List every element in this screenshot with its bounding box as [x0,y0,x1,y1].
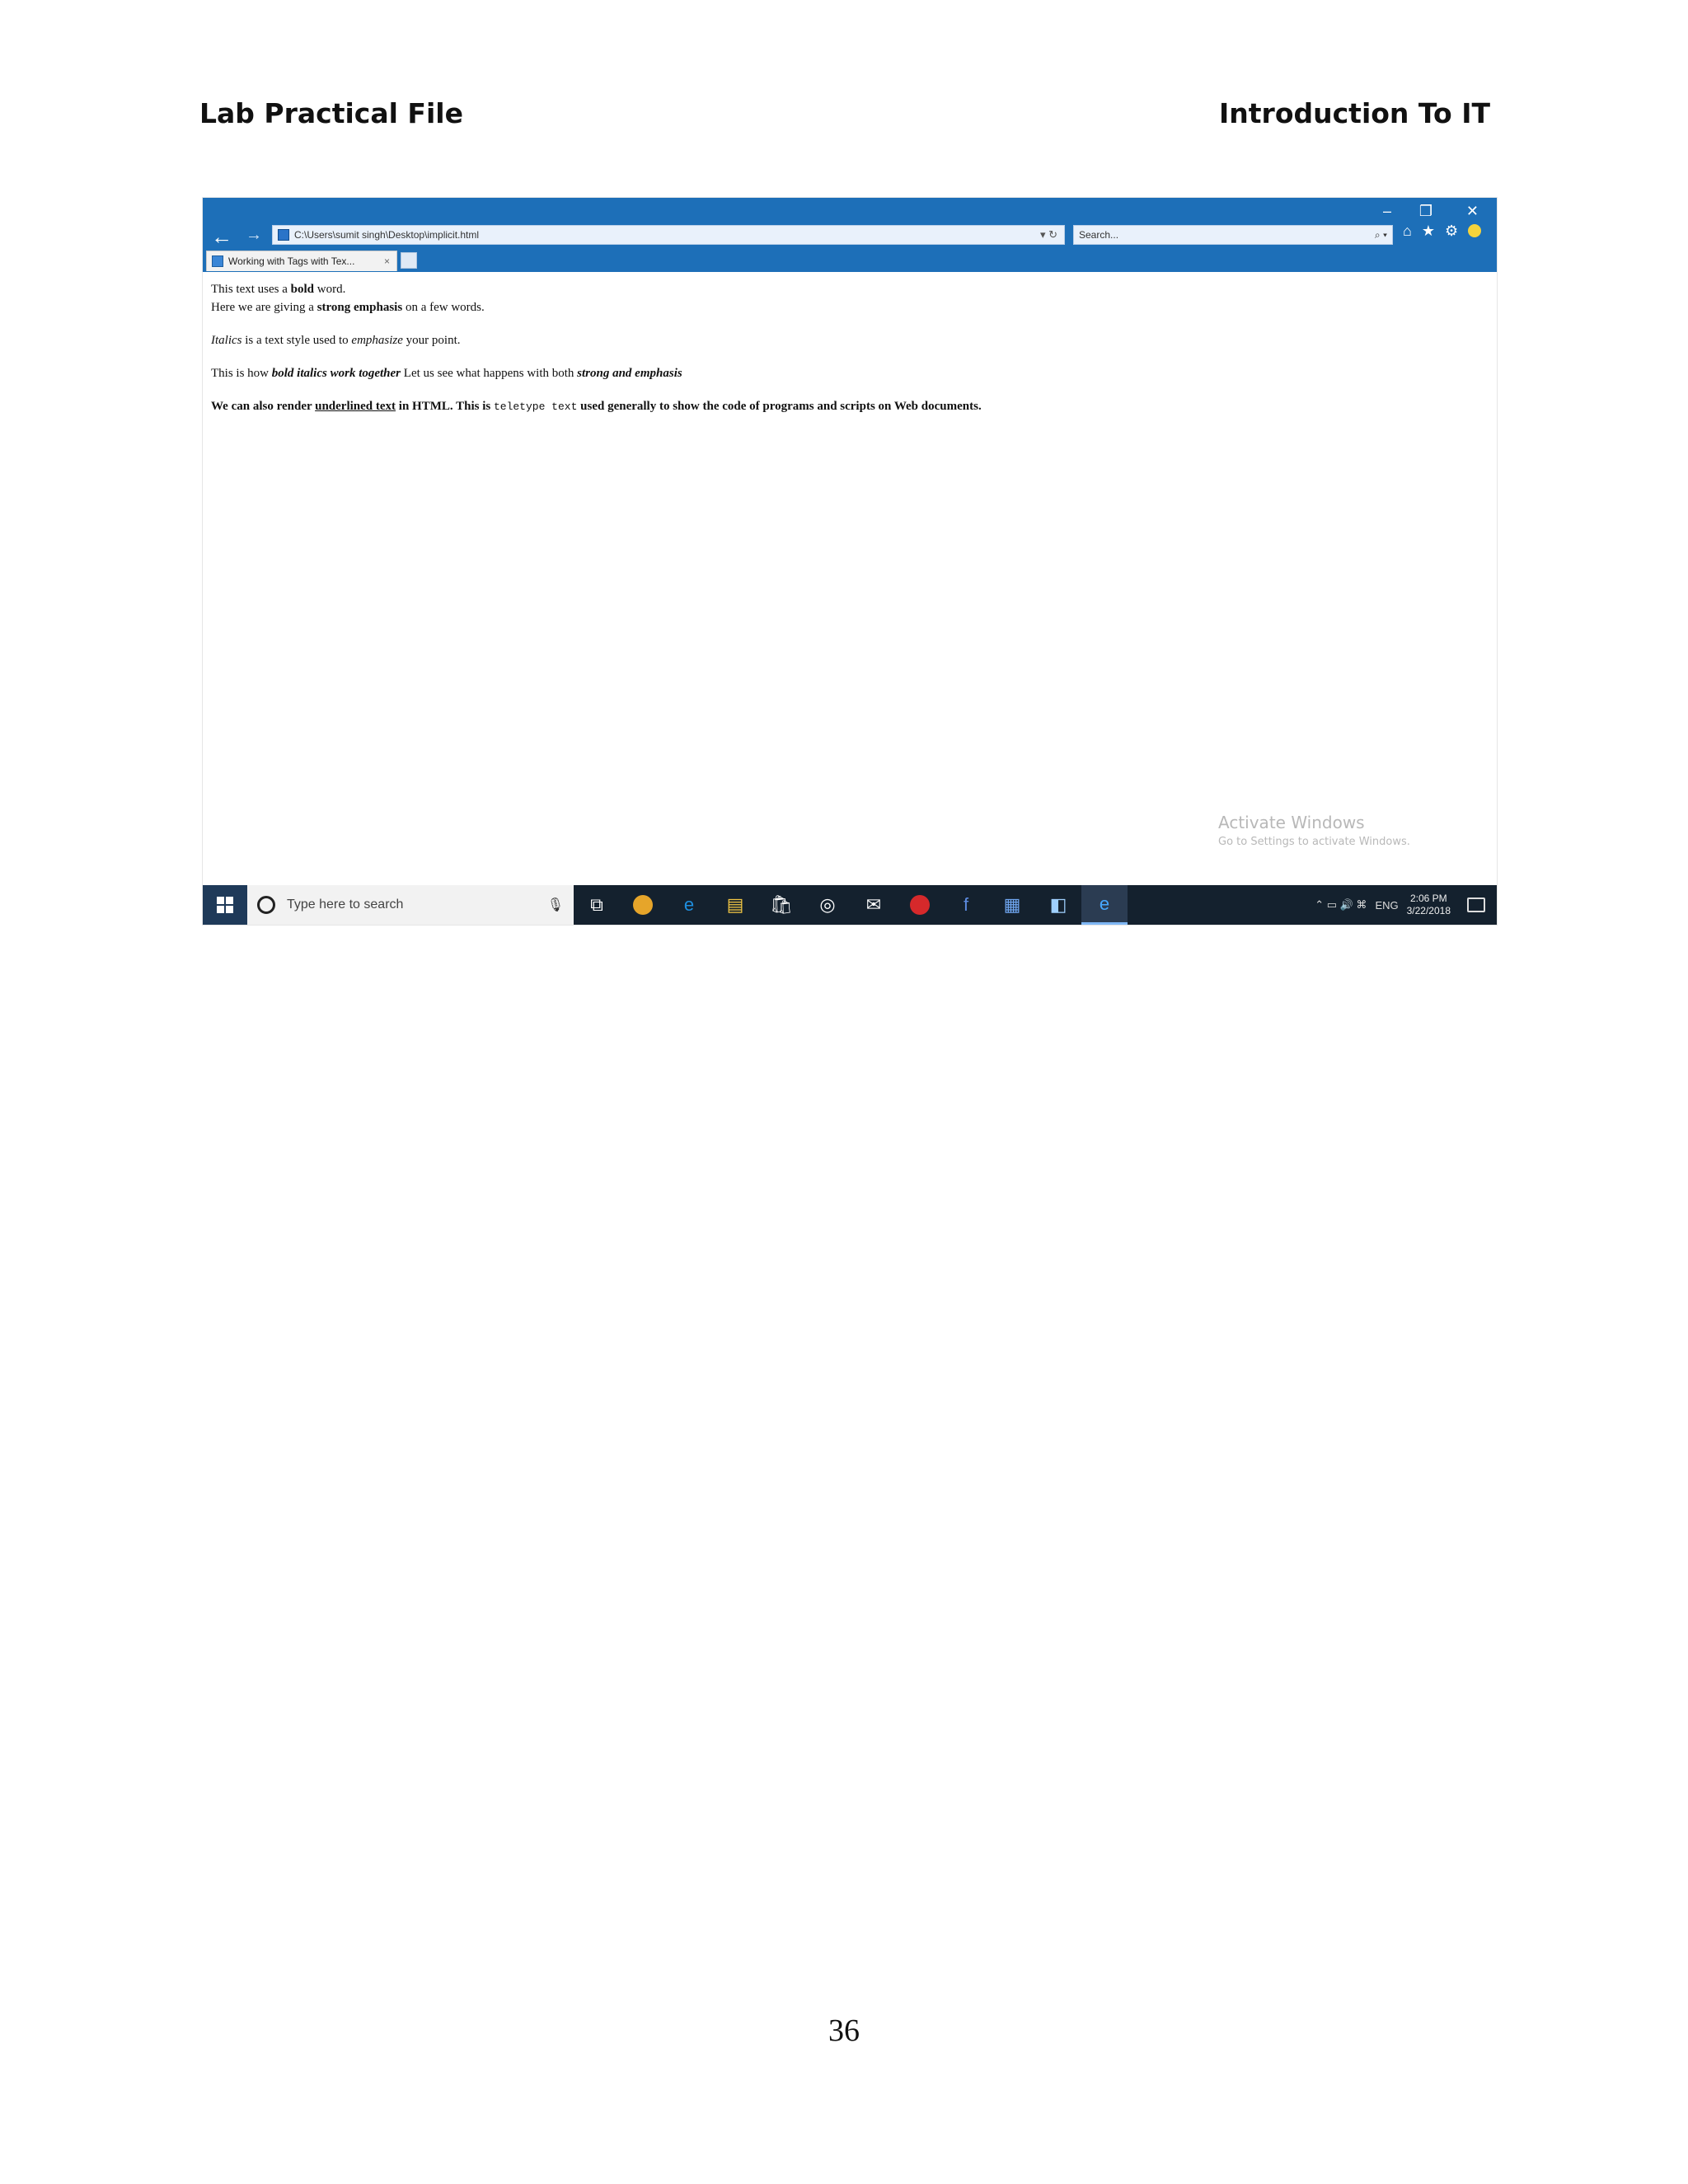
text: We can also render [211,400,316,413]
cortana-circle-icon [257,896,275,914]
content-line-4: This is how bold italics work together L… [211,364,1480,382]
teletype-text: teletype text [493,401,578,413]
tab-close-icon[interactable]: × [384,255,390,267]
tray-icons[interactable]: ⌃ ▭ 🔊 ⌘ [1315,898,1367,912]
chrome-icon[interactable] [620,885,666,925]
forward-arrow-icon[interactable]: → [246,226,262,245]
home-icon[interactable]: ⌂ [1403,223,1412,240]
app-icon[interactable]: ◧ [1035,885,1081,925]
text: used generally to show the code of progr… [577,400,982,413]
address-bar[interactable]: C:\Users\sumit singh\Desktop\implicit.ht… [272,225,1065,245]
back-arrow-icon[interactable]: ← [211,224,232,250]
text: Here we are giving a [211,301,317,314]
system-tray: ⌃ ▭ 🔊 ⌘ ENG 2:06 PM 3/22/2018 [1315,885,1497,925]
underlined-text: underlined text [315,400,396,413]
header-right-title: Introduction To IT [1219,97,1490,129]
settings-gear-icon[interactable]: ⚙ [1445,223,1458,240]
tab-label: Working with Tags with Tex... [228,255,355,267]
word-icon[interactable]: ▦ [989,885,1035,925]
watermark-subtitle: Go to Settings to activate Windows. [1218,836,1410,848]
bold-italic-text: bold italics work together [271,367,401,380]
tab-page-icon [212,255,223,267]
task-view-icon[interactable]: ⧉ [574,885,620,925]
taskbar-search-text: Type here to search [287,898,404,912]
search-placeholder: Search... [1079,229,1119,241]
internet-explorer-icon[interactable]: e [1081,885,1128,925]
close-icon[interactable]: ✕ [1466,203,1479,220]
header-left-title: Lab Practical File [199,97,463,129]
screenshot-frame: – ❐ ✕ ← → C:\Users\sumit singh\Desktop\i… [203,198,1497,925]
media-icon[interactable]: ◎ [804,885,851,925]
content-line-5: We can also render underlined text in HT… [211,397,1480,416]
microphone-icon[interactable]: 🎙 [547,897,564,913]
strong-emphasis-text: strong and emphasis [577,367,682,380]
text: word. [314,283,346,296]
windows-taskbar: Type here to search 🎙 ⧉ e ▤ 🛍 ◎ ✉ f ▦ ◧ e ⌃ ▭ 🔊 ⌘… [203,885,1497,925]
start-button[interactable] [203,885,247,925]
content-line-3: Italics is a text style used to emphasiz… [211,331,1480,349]
emphasis-text: emphasize [351,334,403,347]
taskbar-search-box[interactable]: Type here to search 🎙 [247,885,574,925]
text: your point. [402,334,461,347]
taskbar-apps: ⧉ e ▤ 🛍 ◎ ✉ f ▦ ◧ e [574,885,1128,925]
watermark-title: Activate Windows [1218,813,1365,832]
activate-windows-watermark: Activate Windows Go to Settings to activ… [1218,813,1410,848]
search-box[interactable]: Search... ⌕ ▾ [1073,225,1393,245]
text: This text uses a [211,283,291,296]
clock-time: 2:06 PM [1409,893,1447,904]
clock-date: 3/22/2018 [1406,905,1451,916]
strong-text: strong emphasis [316,301,403,314]
language-indicator[interactable]: ENG [1375,899,1398,912]
browser-tab[interactable]: Working with Tags with Tex... × [206,251,397,271]
address-text: C:\Users\sumit singh\Desktop\implicit.ht… [294,229,480,241]
facebook-icon[interactable]: f [943,885,989,925]
chrome-logo [633,895,653,915]
clock[interactable]: 2:06 PM 3/22/2018 [1407,893,1451,917]
mail-icon[interactable]: ✉ [851,885,897,925]
text: Let us see what happens with both [401,367,578,380]
file-explorer-icon[interactable]: ▤ [712,885,758,925]
page-number: 36 [828,2013,860,2048]
text: in HTML. This is [396,400,494,413]
text: is a text style used to [241,334,352,347]
browser-toolbar: ⌂ ★ ⚙ [1403,223,1482,240]
refresh-icon[interactable]: ▾ ↻ [1040,228,1057,241]
text: This is how [211,367,272,380]
bold-text: bold [290,283,315,296]
favorites-star-icon[interactable]: ★ [1422,223,1435,240]
edge-icon[interactable]: e [666,885,712,925]
page-icon [278,229,289,241]
browser-chrome: – ❐ ✕ ← → C:\Users\sumit singh\Desktop\i… [203,198,1497,272]
restore-icon[interactable]: ❐ [1419,203,1432,220]
store-icon[interactable]: 🛍 [758,885,804,925]
italic-text: Italics [211,334,242,347]
notification-icon[interactable] [1467,898,1485,912]
page-content: This text uses a bold word. Here we are … [211,280,1480,416]
content-line-1: This text uses a bold word. [211,280,1480,298]
new-tab-button[interactable] [401,252,417,269]
opera-logo [910,895,930,915]
content-line-2: Here we are giving a strong emphasis on … [211,298,1480,316]
windows-logo-icon [217,897,233,913]
minimize-icon[interactable]: – [1383,203,1391,220]
feedback-smiley-icon[interactable] [1468,224,1482,237]
search-icon[interactable]: ⌕ ▾ [1375,229,1387,241]
text: on a few words. [402,301,485,314]
opera-icon[interactable] [897,885,943,925]
